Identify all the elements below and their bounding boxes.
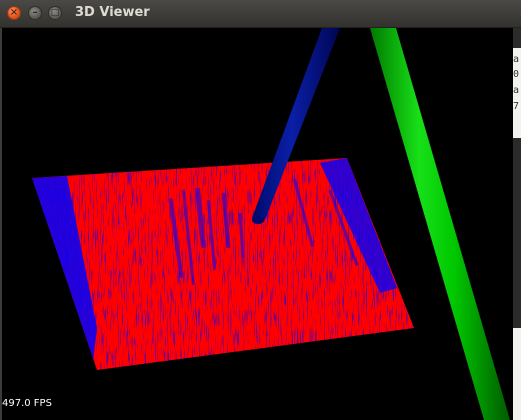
minimize-button[interactable]: – — [28, 6, 42, 20]
terminal-fragment: 7 — [513, 101, 520, 112]
background-terminal-edge — [513, 328, 521, 420]
3d-viewport[interactable]: 497.0 FPS — [2, 28, 513, 420]
viewer-window: × – □ 3D Viewer 497.0 FPS a 0 a 7 — [0, 0, 521, 420]
3d-scene — [32, 28, 510, 420]
minimize-icon: – — [32, 7, 38, 18]
close-icon: × — [9, 7, 19, 18]
terminal-fragment: a — [513, 54, 520, 65]
title-bar[interactable]: × – □ 3D Viewer — [0, 0, 521, 28]
background-terminal-strip: a 0 a 7 — [513, 28, 521, 420]
window-title: 3D Viewer — [75, 5, 150, 20]
terminal-fragment: a — [513, 85, 520, 96]
maximize-button[interactable]: □ — [48, 6, 62, 20]
fps-counter: 497.0 FPS — [2, 398, 52, 409]
green-axis-rod — [370, 28, 510, 420]
close-button[interactable]: × — [7, 6, 21, 20]
maximize-icon: □ — [50, 7, 60, 18]
terminal-fragment: 0 — [513, 69, 520, 80]
